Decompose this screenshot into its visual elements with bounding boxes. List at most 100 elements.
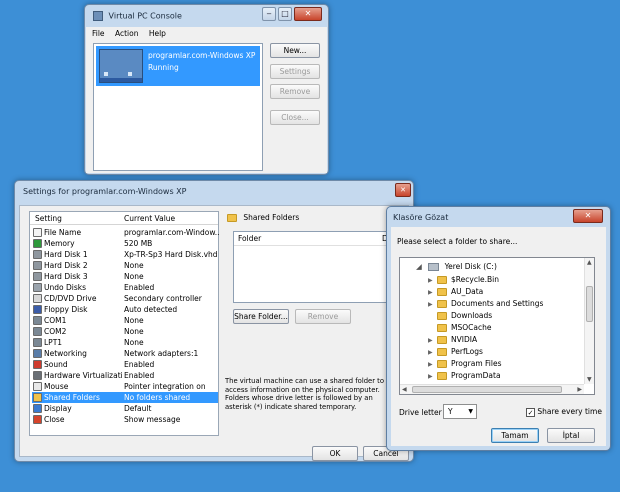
vm-status: Running (148, 63, 179, 72)
cd-icon (33, 294, 42, 303)
settings-row[interactable]: Hard Disk 1 Xp-TR-Sp3 Hard Disk.vhd (32, 249, 218, 260)
display-icon (33, 404, 42, 413)
tree-root-label: Yerel Disk (C:) (444, 262, 497, 271)
setting-value: programlar.com-Window... (124, 228, 219, 237)
hscroll-thumb[interactable] (412, 386, 562, 393)
settings-row[interactable]: Display Default (32, 403, 218, 414)
close-button[interactable]: ✕ (294, 7, 322, 21)
minimize-button[interactable]: ‒ (262, 7, 276, 21)
browse-close-button[interactable]: ✕ (573, 209, 603, 223)
share-every-time-label: Share every time (537, 407, 602, 416)
setting-value: Enabled (124, 371, 155, 380)
setting-name: Shared Folders (44, 393, 100, 402)
settings-row[interactable]: LPT1 None (32, 337, 218, 348)
setting-value: 520 MB (124, 239, 153, 248)
close-vm-button[interactable]: Close... (270, 110, 320, 125)
tree-folder-row[interactable]: ▶ Program Files (428, 358, 502, 370)
settings-window: Settings for programlar.com-Windows XP ✕… (14, 180, 414, 462)
tree-folder-row[interactable]: ▶ NVIDIA (428, 334, 477, 346)
settings-row[interactable]: Sound Enabled (32, 359, 218, 370)
settings-row[interactable]: COM1 None (32, 315, 218, 326)
setting-value: Default (124, 404, 152, 413)
remove-button[interactable]: Remove (270, 84, 320, 99)
settings-row[interactable]: Undo Disks Enabled (32, 282, 218, 293)
setting-value: Secondary controller (124, 294, 202, 303)
settings-close-button[interactable]: ✕ (395, 183, 411, 197)
settings-button[interactable]: Settings (270, 64, 320, 79)
drive-letter-label: Drive letter (399, 408, 442, 417)
settings-row[interactable]: Memory 520 MB (32, 238, 218, 249)
settings-row[interactable]: Floppy Disk Auto detected (32, 304, 218, 315)
setting-value: Network adapters:1 (124, 349, 199, 358)
folder-icon (437, 288, 447, 296)
expand-arrow-icon: ◢ (416, 262, 422, 271)
ok-button[interactable]: OK (312, 446, 358, 461)
settings-row[interactable]: CD/DVD Drive Secondary controller (32, 293, 218, 304)
tree-folder-label: AU_Data (451, 287, 484, 296)
setting-name: COM1 (44, 316, 67, 325)
settings-row[interactable]: Hard Disk 2 None (32, 260, 218, 271)
expand-arrow-icon[interactable]: ▶ (428, 371, 437, 383)
settings-list-header: Setting Current Value (30, 212, 218, 225)
col-current-value: Current Value (124, 214, 176, 223)
drive-letter-select[interactable]: Y ▼ (443, 404, 477, 419)
tree-folder-row[interactable]: ▶Downloads (428, 310, 492, 322)
tree-folder-label: Program Files (451, 359, 502, 368)
tree-folder-row[interactable]: ▶ Documents and Settings (428, 298, 543, 310)
tree-folder-row[interactable]: ▶ $Recycle.Bin (428, 274, 499, 286)
maximize-button[interactable]: □ (278, 7, 292, 21)
share-every-time-checkbox[interactable]: ✓ Share every time (526, 407, 602, 417)
folder-icon (437, 348, 447, 356)
setting-value: Show message (124, 415, 181, 424)
tree-root-row[interactable]: ◢ Yerel Disk (C:) (416, 261, 497, 273)
settings-row[interactable]: Mouse Pointer integration on (32, 381, 218, 392)
settings-row[interactable]: Networking Network adapters:1 (32, 348, 218, 359)
memory-icon (33, 239, 42, 248)
tree-folder-label: NVIDIA (451, 335, 478, 344)
port-icon (33, 327, 42, 336)
vm-name: programlar.com-Windows XP (148, 51, 256, 60)
vpc-console-window: Virtual PC Console ‒ □ ✕ File Action Hel… (84, 4, 329, 175)
iptal-button[interactable]: İptal (547, 428, 595, 443)
settings-row[interactable]: COM2 None (32, 326, 218, 337)
tree-folder-row[interactable]: ▶MSOCache (428, 322, 491, 334)
browse-prompt: Please select a folder to share... (397, 237, 518, 246)
tree-horizontal-scrollbar[interactable]: ◀ ▶ (400, 384, 584, 394)
tree-vertical-scrollbar[interactable]: ▲ ▼ (584, 258, 594, 384)
vm-list-item[interactable]: programlar.com-Windows XP Running (96, 46, 260, 86)
setting-value: Enabled (124, 360, 155, 369)
vpc-app-icon (93, 11, 103, 21)
scroll-left-arrow-icon: ◀ (402, 386, 407, 393)
setting-name: Hard Disk 3 (44, 272, 88, 281)
col-folder: Folder (238, 234, 262, 243)
setting-name: Networking (44, 349, 87, 358)
setting-name: CD/DVD Drive (44, 294, 97, 303)
scroll-thumb[interactable] (586, 286, 593, 322)
settings-row[interactable]: File Name programlar.com-Window... (32, 227, 219, 238)
tree-folder-row[interactable]: ▶ ProgramData (428, 370, 501, 382)
remove-folder-button[interactable]: Remove (295, 309, 351, 324)
menu-file[interactable]: File (92, 29, 105, 38)
file-icon (33, 228, 42, 237)
settings-row[interactable]: Close Show message (32, 414, 218, 425)
tree-folder-row[interactable]: ▶ PerfLogs (428, 346, 483, 358)
settings-row[interactable]: Hardware VirtualizationEnabled (32, 370, 218, 381)
setting-name: Hard Disk 1 (44, 250, 88, 259)
share-folder-button[interactable]: Share Folder... (233, 309, 289, 324)
shared-folders-section: Shared Folders (227, 211, 407, 224)
tree-folder-row[interactable]: ▶ AU_Data (428, 286, 483, 298)
menu-help[interactable]: Help (149, 29, 166, 38)
menu-action[interactable]: Action (115, 29, 139, 38)
sound-icon (33, 360, 42, 369)
setting-name: Floppy Disk (44, 305, 88, 314)
setting-name: Mouse (44, 382, 69, 391)
settings-row[interactable]: Hard Disk 3 None (32, 271, 218, 282)
drive-icon (428, 263, 440, 271)
settings-title: Settings for programlar.com-Windows XP (23, 187, 187, 196)
settings-row[interactable]: Shared Folders No folders shared (32, 392, 218, 403)
tamam-button[interactable]: Tamam (491, 428, 539, 443)
port-icon (33, 338, 42, 347)
drive-letter-value: Y (448, 407, 453, 416)
settings-title-bar[interactable]: Settings for programlar.com-Windows XP (15, 181, 413, 203)
new-button[interactable]: New... (270, 43, 320, 58)
